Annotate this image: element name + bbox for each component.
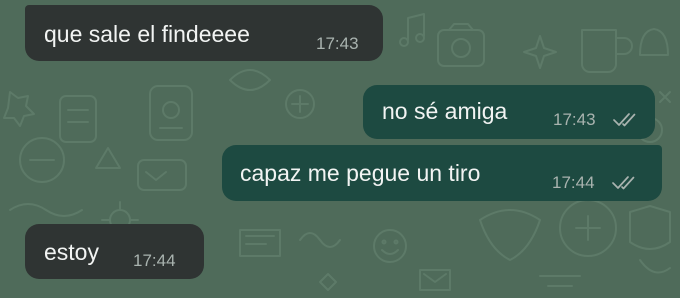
message-time: 17:43 (316, 34, 359, 53)
message-text: no sé amiga (382, 98, 508, 124)
message-time: 17:44 (552, 173, 595, 192)
message-text: que sale el findeeee (44, 21, 250, 47)
double-check-read-icon (613, 113, 636, 127)
message-time: 17:43 (553, 110, 596, 129)
message-bubble-incoming[interactable]: estoy 17:44 (25, 224, 204, 279)
message-bubble-outgoing[interactable]: capaz me pegue un tiro 17:44 (222, 145, 662, 201)
message-bubble-outgoing[interactable]: no sé amiga 17:43 (363, 85, 655, 139)
double-check-read-icon (612, 176, 635, 190)
message-bubble-incoming[interactable]: que sale el findeeee 17:43 (25, 5, 383, 61)
message-time: 17:44 (133, 251, 176, 270)
message-text: estoy (44, 239, 99, 265)
message-text: capaz me pegue un tiro (240, 160, 481, 186)
